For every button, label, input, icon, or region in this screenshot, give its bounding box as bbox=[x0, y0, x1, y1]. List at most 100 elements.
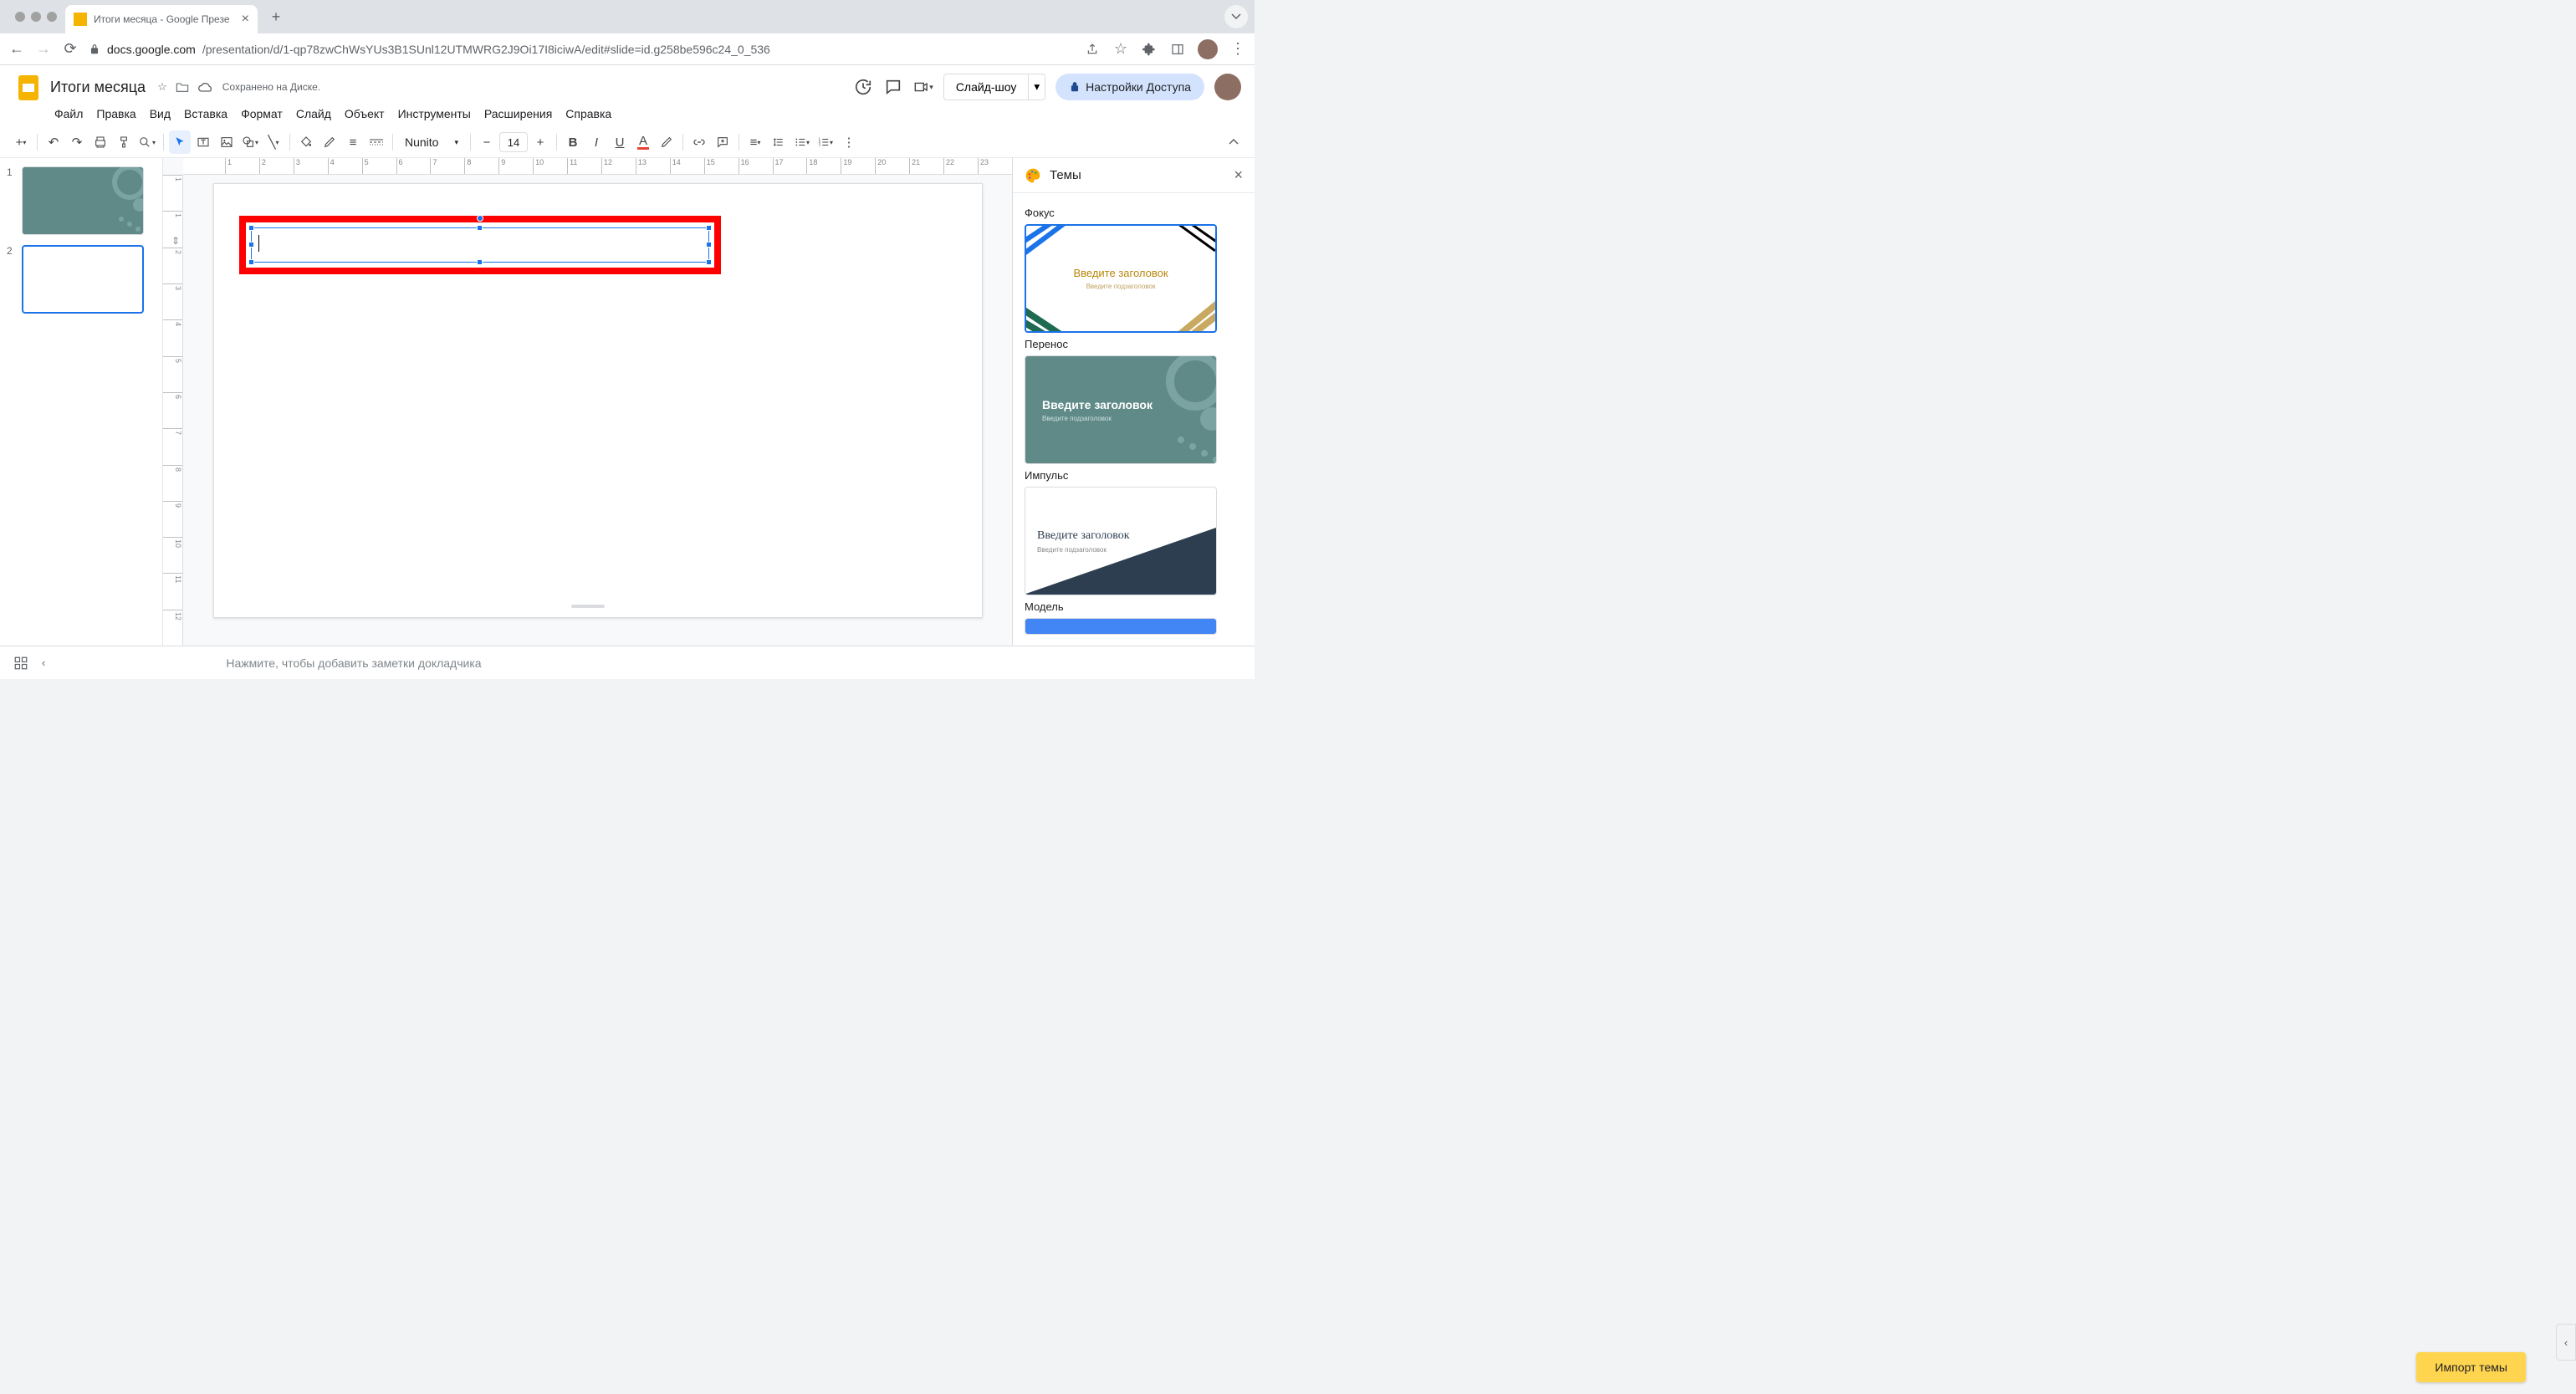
slideshow-dropdown[interactable]: ▾ bbox=[1029, 74, 1045, 100]
browser-address-bar: ← → ⟳ docs.google.com/presentation/d/1-q… bbox=[0, 33, 1255, 65]
back-button[interactable]: ← bbox=[8, 41, 25, 58]
cloud-saved-icon[interactable] bbox=[197, 81, 214, 93]
notes-resize-handle[interactable] bbox=[571, 605, 605, 608]
menu-file[interactable]: Файл bbox=[49, 104, 89, 124]
fill-color-button[interactable] bbox=[295, 130, 317, 154]
share-icon[interactable] bbox=[1084, 41, 1101, 58]
close-sidebar-button[interactable]: × bbox=[1234, 166, 1243, 184]
theme-option-impulse[interactable]: Введите заголовок Введите подзаголовок bbox=[1025, 487, 1217, 595]
themes-list[interactable]: Фокус Введите заголовок Введите подзагол… bbox=[1013, 193, 1255, 646]
numbered-list-button[interactable]: 123▾ bbox=[815, 130, 836, 154]
textbox-tool[interactable] bbox=[192, 130, 214, 154]
close-tab-icon[interactable]: × bbox=[242, 12, 249, 27]
close-window-icon[interactable] bbox=[15, 12, 25, 22]
border-dash-button[interactable] bbox=[365, 130, 387, 154]
lock-icon bbox=[89, 43, 100, 55]
sidepanel-icon[interactable] bbox=[1169, 41, 1186, 58]
bulleted-list-button[interactable]: ▾ bbox=[791, 130, 813, 154]
minimize-window-icon[interactable] bbox=[31, 12, 41, 22]
grid-view-button[interactable] bbox=[13, 656, 28, 671]
new-tab-button[interactable]: + bbox=[264, 5, 288, 28]
chrome-menu-icon[interactable]: ⋮ bbox=[1229, 41, 1246, 58]
slideshow-button[interactable]: Слайд-шоу bbox=[943, 74, 1030, 100]
italic-button[interactable]: I bbox=[585, 130, 607, 154]
account-avatar[interactable] bbox=[1214, 74, 1241, 100]
slides-logo-icon[interactable] bbox=[13, 72, 43, 102]
url-path: /presentation/d/1-qp78zwChWsYUs3B1SUnl12… bbox=[202, 43, 770, 56]
profile-avatar[interactable] bbox=[1198, 39, 1218, 59]
toolbar: +▾ ↶ ↷ ▾ ▾ ╲▾ ≡ Nunito▾ − 14 + B I U A ≡… bbox=[0, 127, 1255, 158]
reload-button[interactable]: ⟳ bbox=[62, 41, 79, 58]
menu-slide[interactable]: Слайд bbox=[290, 104, 337, 124]
indent-handle-icon[interactable]: ⇕ bbox=[171, 235, 180, 247]
image-tool[interactable] bbox=[216, 130, 238, 154]
explore-handle[interactable]: ‹ bbox=[2556, 1324, 2576, 1361]
undo-button[interactable]: ↶ bbox=[43, 130, 64, 154]
meet-icon[interactable]: ▾ bbox=[913, 77, 933, 97]
text-color-button[interactable]: A bbox=[632, 130, 654, 154]
horizontal-ruler[interactable]: 1234567891011121314151617181920212223 bbox=[183, 158, 1012, 175]
import-theme-button[interactable]: Импорт темы bbox=[2416, 1352, 2526, 1382]
menu-format[interactable]: Формат bbox=[235, 104, 289, 124]
font-selector[interactable]: Nunito▾ bbox=[398, 135, 465, 149]
bookmark-icon[interactable]: ☆ bbox=[1112, 41, 1129, 58]
rotate-handle[interactable] bbox=[477, 215, 483, 222]
print-button[interactable] bbox=[89, 130, 111, 154]
paint-format-button[interactable] bbox=[113, 130, 135, 154]
maximize-window-icon[interactable] bbox=[47, 12, 57, 22]
insert-link-button[interactable] bbox=[688, 130, 710, 154]
extensions-icon[interactable] bbox=[1141, 41, 1158, 58]
menu-extensions[interactable]: Расширения bbox=[478, 104, 558, 124]
underline-button[interactable]: U bbox=[609, 130, 631, 154]
shape-tool[interactable]: ▾ bbox=[239, 130, 261, 154]
zoom-button[interactable]: ▾ bbox=[136, 130, 158, 154]
browser-tab[interactable]: Итоги месяца - Google Презе × bbox=[65, 5, 258, 33]
select-tool[interactable] bbox=[169, 130, 191, 154]
align-button[interactable]: ≡▾ bbox=[744, 130, 766, 154]
history-icon[interactable] bbox=[853, 77, 873, 97]
menu-insert[interactable]: Вставка bbox=[178, 104, 233, 124]
share-button[interactable]: Настройки Доступа bbox=[1055, 74, 1204, 100]
line-spacing-button[interactable] bbox=[768, 130, 790, 154]
title-textbox[interactable] bbox=[251, 227, 709, 263]
line-tool[interactable]: ╲▾ bbox=[263, 130, 284, 154]
menu-help[interactable]: Справка bbox=[560, 104, 617, 124]
border-color-button[interactable] bbox=[319, 130, 340, 154]
svg-text:3: 3 bbox=[819, 143, 821, 147]
font-size-input[interactable]: 14 bbox=[499, 132, 528, 152]
palette-icon bbox=[1025, 167, 1041, 184]
forward-button[interactable]: → bbox=[35, 41, 52, 58]
speaker-notes-input[interactable]: Нажмите, чтобы добавить заметки докладчи… bbox=[226, 656, 1241, 670]
bold-button[interactable]: B bbox=[562, 130, 584, 154]
slide-thumb-1[interactable]: 1 bbox=[7, 166, 156, 235]
theme-option-model[interactable] bbox=[1025, 618, 1217, 635]
document-title[interactable]: Итоги месяца bbox=[50, 79, 146, 96]
move-icon[interactable] bbox=[176, 81, 189, 93]
border-weight-button[interactable]: ≡ bbox=[342, 130, 364, 154]
collapse-toolbar-button[interactable] bbox=[1223, 130, 1245, 154]
theme-option-focus[interactable]: Введите заголовок Введите подзаголовок bbox=[1025, 224, 1217, 333]
insert-comment-button[interactable] bbox=[712, 130, 733, 154]
tabstrip-collapse-button[interactable] bbox=[1224, 5, 1248, 28]
menu-object[interactable]: Объект bbox=[339, 104, 391, 124]
window-controls bbox=[7, 12, 65, 22]
redo-button[interactable]: ↷ bbox=[66, 130, 88, 154]
url-field[interactable]: docs.google.com/presentation/d/1-qp78zwC… bbox=[89, 43, 1074, 56]
font-name: Nunito bbox=[405, 135, 438, 149]
slide-panel[interactable]: 1 2 bbox=[0, 158, 163, 646]
menu-edit[interactable]: Правка bbox=[90, 104, 141, 124]
collapse-filmstrip-button[interactable]: ‹ bbox=[42, 656, 45, 669]
slide-canvas[interactable] bbox=[213, 183, 983, 618]
increase-font-button[interactable]: + bbox=[529, 130, 551, 154]
new-slide-button[interactable]: +▾ bbox=[10, 130, 32, 154]
comments-icon[interactable] bbox=[883, 77, 903, 97]
decrease-font-button[interactable]: − bbox=[476, 130, 498, 154]
theme-name: Фокус bbox=[1025, 207, 1243, 219]
star-icon[interactable]: ☆ bbox=[157, 80, 167, 94]
more-tools-button[interactable]: ⋮ bbox=[838, 130, 860, 154]
menu-view[interactable]: Вид bbox=[144, 104, 176, 124]
menu-tools[interactable]: Инструменты bbox=[392, 104, 477, 124]
highlight-button[interactable] bbox=[656, 130, 677, 154]
slide-thumb-2[interactable]: 2 bbox=[7, 245, 156, 314]
theme-option-transition[interactable]: Введите заголовок Введите подзаголовок bbox=[1025, 355, 1217, 464]
